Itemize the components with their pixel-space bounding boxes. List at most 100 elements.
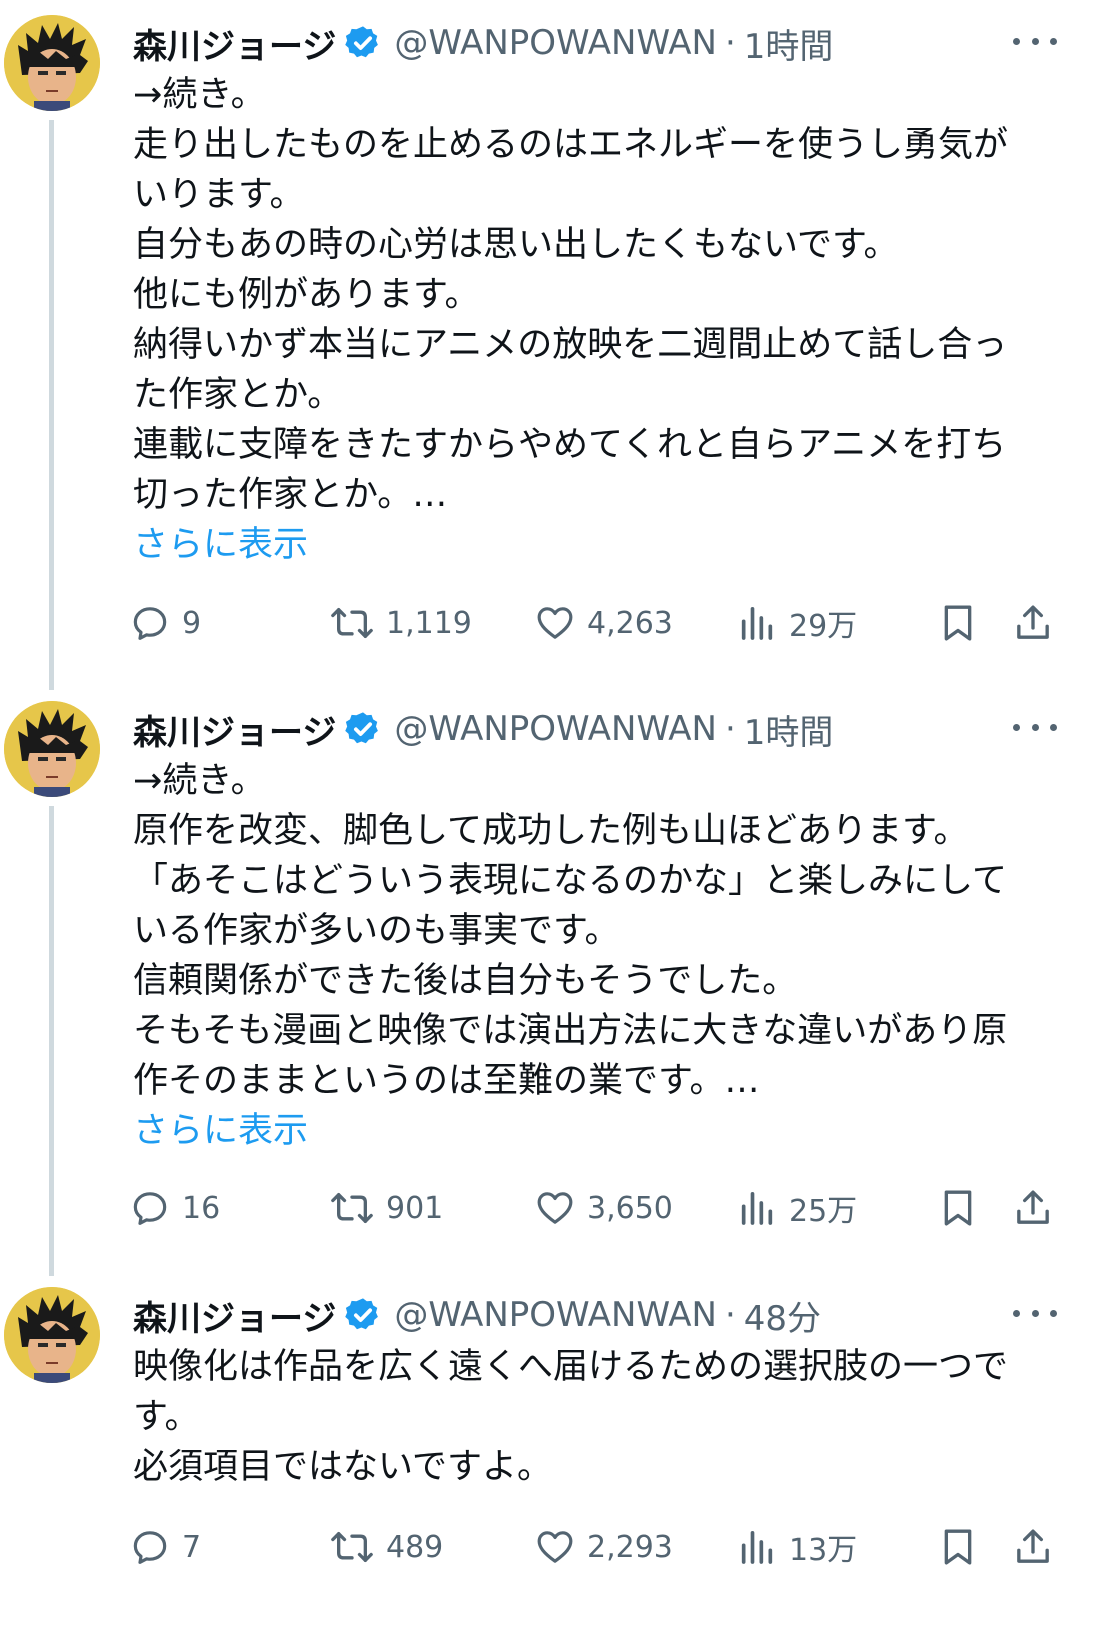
reply-icon (133, 607, 167, 640)
author-name[interactable]: 森川ジョージ (133, 19, 336, 68)
tweet-text-line: 作そのままというのは至難の業です。… (133, 1061, 760, 1101)
reply-icon (133, 1531, 167, 1564)
heart-icon (537, 1531, 573, 1563)
tweet-text-line: 走り出したものを止めるのはエネルギーを使うし勇気が (133, 125, 1009, 165)
separator-dot: · (724, 23, 736, 63)
share-button[interactable] (1013, 1183, 1053, 1233)
repost-count: 489 (386, 1529, 444, 1565)
more-options-icon[interactable] (1013, 712, 1057, 742)
like-button[interactable]: 4,263 (535, 598, 673, 648)
tweet-text-line: そもそも漫画と映像では演出方法に大きな違いがあり原 (133, 1011, 1008, 1051)
tweet-timestamp[interactable]: 48分 (744, 1291, 821, 1340)
repost-icon (331, 608, 373, 638)
show-more-link[interactable]: さらに表示 (133, 520, 1053, 570)
reply-count: 9 (182, 605, 202, 641)
repost-button[interactable]: 901 (330, 1183, 443, 1233)
reply-count: 16 (182, 1190, 221, 1226)
tweet-text-line: 信頼関係ができた後は自分もそうでした。 (133, 961, 798, 1001)
tweet[interactable]: 森川ジョージ @WANPOWANWAN · 48分 映像化は作品を広く遠くへ届け… (0, 1272, 1113, 1633)
tweet-text: →続き。 走り出したものを止めるのはエネルギーを使うし勇気が いります。 自分も… (133, 70, 1053, 570)
views-icon (741, 1531, 773, 1564)
bookmark-icon (944, 605, 972, 641)
views-icon (741, 1192, 773, 1225)
share-button[interactable] (1013, 598, 1053, 648)
tweet-header: 森川ジョージ @WANPOWANWAN · 1時間 (133, 704, 833, 754)
repost-count: 1,119 (386, 605, 472, 641)
action-bar: 7 489 2,293 13万 (0, 1522, 1113, 1572)
tweet-header: 森川ジョージ @WANPOWANWAN · 48分 (133, 1290, 821, 1340)
tweet-text-line: 自分もあの時の心労は思い出したくもないです。 (133, 225, 899, 265)
reply-button[interactable]: 9 (130, 598, 201, 648)
separator-dot: · (724, 709, 736, 749)
author-handle[interactable]: @WANPOWANWAN (394, 1295, 717, 1335)
tweet-text: 映像化は作品を広く遠くへ届けるための選択肢の一つで す。 必須項目ではないですよ… (133, 1342, 1053, 1492)
heart-icon (537, 607, 573, 639)
author-name[interactable]: 森川ジョージ (133, 1291, 336, 1340)
tweet-text-line: いります。 (133, 175, 305, 215)
avatar[interactable] (4, 701, 100, 797)
views-icon (741, 607, 773, 640)
bookmark-icon (944, 1529, 972, 1565)
verified-badge-icon (344, 710, 382, 748)
tweet-text-line: た作家とか。 (133, 375, 343, 415)
like-button[interactable]: 2,293 (535, 1522, 673, 1572)
bookmark-button[interactable] (938, 1183, 978, 1233)
tweet-text: →続き。 原作を改変、脚色して成功した例も山ほどあります。 「あそこはどういう表… (133, 756, 1053, 1156)
views-count: 13万 (789, 1533, 858, 1568)
author-handle[interactable]: @WANPOWANWAN (394, 709, 717, 749)
author-handle[interactable]: @WANPOWANWAN (394, 23, 717, 63)
repost-button[interactable]: 1,119 (330, 598, 472, 648)
tweet-text-line: 映像化は作品を広く遠くへ届けるための選択肢の一つで (133, 1347, 1009, 1387)
like-count: 4,263 (587, 605, 673, 641)
tweet-timestamp[interactable]: 1時間 (744, 19, 834, 68)
tweet[interactable]: 森川ジョージ @WANPOWANWAN · 1時間 →続き。 走り出したものを止… (0, 0, 1113, 690)
tweet-text-line: 納得いかず本当にアニメの放映を二週間止めて話し合っ (133, 325, 1008, 365)
repost-icon (331, 1532, 373, 1562)
tweet-text-line: 連載に支障をきたすからやめてくれと自らアニメを打ち (133, 425, 1007, 465)
show-more-link[interactable]: さらに表示 (133, 1106, 1053, 1156)
repost-button[interactable]: 489 (330, 1522, 443, 1572)
reply-button[interactable]: 7 (130, 1522, 201, 1572)
repost-count: 901 (386, 1190, 444, 1226)
author-name[interactable]: 森川ジョージ (133, 705, 336, 754)
tweet-text-line: す。 (133, 1397, 200, 1437)
tweet-text-line: いる作家が多いのも事実です。 (133, 911, 620, 951)
reply-icon (133, 1192, 167, 1225)
more-options-icon[interactable] (1013, 26, 1057, 56)
share-icon (1017, 1190, 1049, 1224)
like-count: 3,650 (587, 1190, 673, 1226)
bookmark-button[interactable] (938, 1522, 978, 1572)
tweet-text-line: 切った作家とか。… (133, 475, 448, 515)
repost-icon (331, 1193, 373, 1223)
avatar[interactable] (4, 15, 100, 111)
verified-badge-icon (344, 1296, 382, 1334)
views-button[interactable]: 29万 (737, 598, 857, 648)
more-options-icon[interactable] (1013, 1298, 1057, 1328)
tweet-timestamp[interactable]: 1時間 (744, 705, 834, 754)
tweet-text-line: 他にも例があります。 (133, 275, 480, 315)
avatar[interactable] (4, 1287, 100, 1383)
bookmark-button[interactable] (938, 598, 978, 648)
tweet-text-line: →続き。 (133, 761, 266, 801)
views-count: 25万 (789, 1194, 858, 1229)
like-count: 2,293 (587, 1529, 673, 1565)
tweet-text-line: 「あそこはどういう表現になるのかな」と楽しみにして (133, 861, 1007, 901)
share-button[interactable] (1013, 1522, 1053, 1572)
views-button[interactable]: 25万 (737, 1183, 857, 1233)
separator-dot: · (724, 1295, 736, 1335)
tweet-text-line: 必須項目ではないですよ。 (133, 1447, 552, 1487)
like-button[interactable]: 3,650 (535, 1183, 673, 1233)
share-icon (1017, 605, 1049, 639)
tweet-header: 森川ジョージ @WANPOWANWAN · 1時間 (133, 18, 833, 68)
tweet-text-line: 原作を改変、脚色して成功した例も山ほどあります。 (133, 811, 969, 851)
views-button[interactable]: 13万 (737, 1522, 857, 1572)
tweet-text-line: →続き。 (133, 75, 266, 115)
reply-count: 7 (182, 1529, 202, 1565)
action-bar: 9 1,119 4,263 29万 (0, 598, 1113, 648)
tweet[interactable]: 森川ジョージ @WANPOWANWAN · 1時間 →続き。 原作を改変、脚色し… (0, 686, 1113, 1276)
reply-button[interactable]: 16 (130, 1183, 220, 1233)
bookmark-icon (944, 1190, 972, 1226)
heart-icon (537, 1192, 573, 1224)
action-bar: 16 901 3,650 25万 (0, 1183, 1113, 1233)
verified-badge-icon (344, 24, 382, 62)
